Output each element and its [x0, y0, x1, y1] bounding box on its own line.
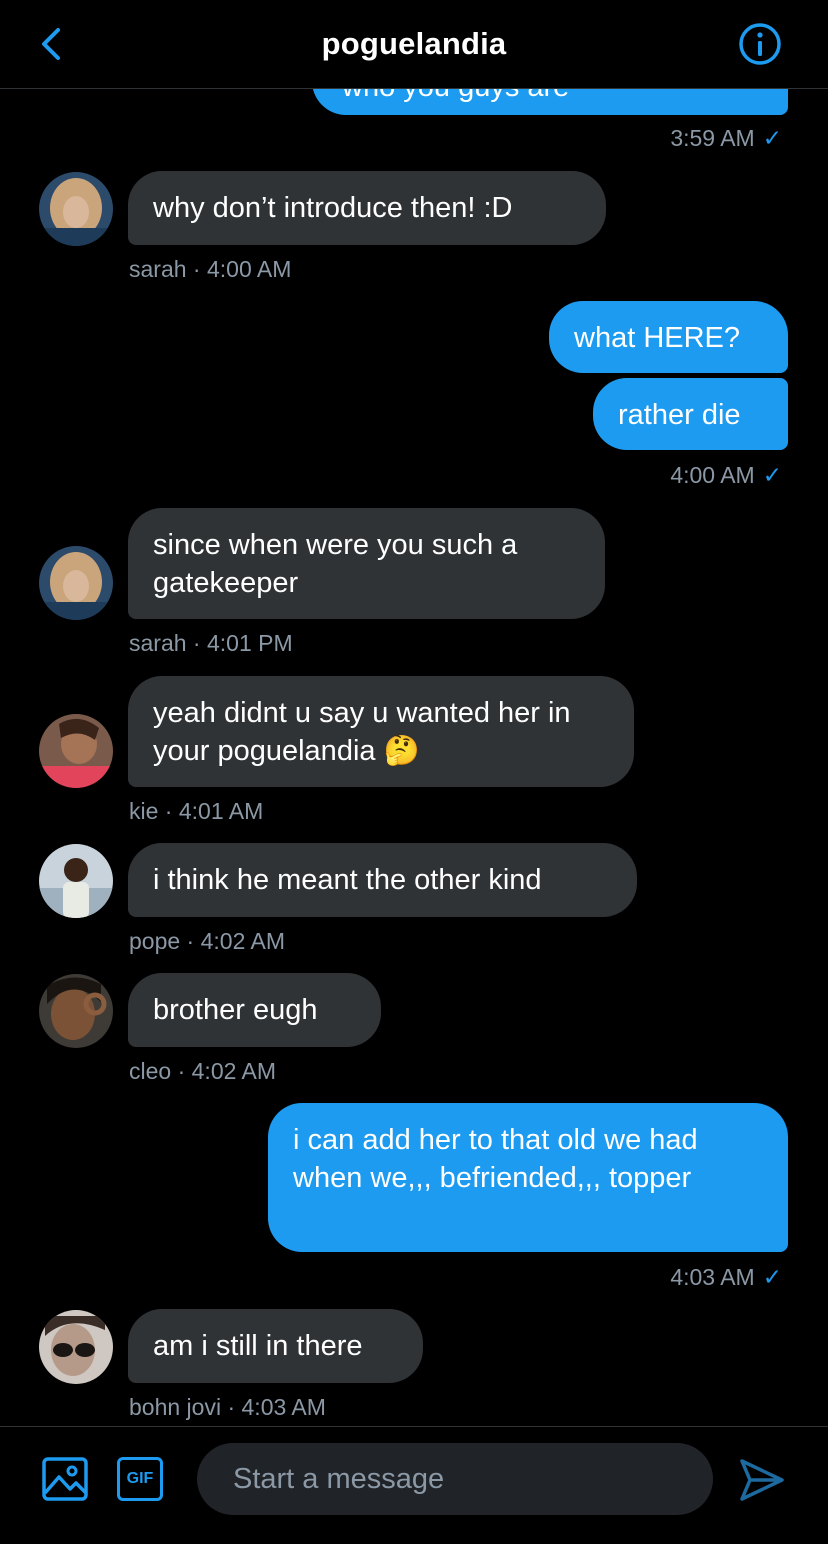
conversation-header: poguelandia	[0, 0, 828, 89]
outgoing-message[interactable]: what HERE?	[549, 301, 788, 373]
message-text: rather die	[618, 399, 741, 431]
message-text: since when were you such a gatekeeper	[153, 529, 518, 599]
incoming-message[interactable]: why don’t introduce then! :D	[128, 171, 606, 245]
message-text: why don’t introduce then! :D	[153, 192, 513, 224]
message-list[interactable]: who you guys are 3:59 AM✓ why don’t intr…	[0, 0, 828, 1426]
avatar-cleo[interactable]	[39, 974, 113, 1048]
message-meta: kie · 4:01 AM	[129, 798, 264, 824]
message-timestamp: 4:03 AM ✓	[670, 1264, 782, 1290]
sent-check-icon: ✓	[762, 125, 782, 151]
message-input[interactable]: Start a message	[197, 1443, 713, 1515]
message-meta: bohn jovi · 4:03 AM	[129, 1394, 326, 1420]
message-meta: cleo · 4:02 AM	[129, 1058, 277, 1084]
gif-button[interactable]: GIF	[117, 1457, 163, 1501]
avatar-sarah[interactable]	[39, 546, 113, 620]
avatar-sarah[interactable]	[39, 172, 113, 246]
message-meta: pope · 4:02 AM	[129, 928, 285, 954]
message-meta: sarah · 4:01 PM	[129, 630, 293, 656]
avatar-pope[interactable]	[39, 844, 113, 918]
incoming-message[interactable]: yeah didnt u say u wanted her in your po…	[128, 676, 634, 787]
message-timestamp: 3:59 AM ✓	[670, 125, 782, 151]
info-icon[interactable]	[738, 22, 782, 66]
avatar-kie[interactable]	[39, 714, 113, 788]
conversation-title: poguelandia	[321, 26, 507, 61]
incoming-message[interactable]: i think he meant the other kind	[128, 843, 637, 917]
message-text: yeah didnt u say u wanted her in your po…	[153, 697, 571, 767]
sent-check-icon: ✓	[762, 462, 782, 488]
message-text: i can add her to that old we had when we…	[293, 1124, 698, 1194]
message-composer: GIF Start a message	[0, 1426, 828, 1544]
outgoing-message[interactable]: i can add her to that old we had when we…	[268, 1103, 788, 1252]
sent-check-icon: ✓	[762, 1264, 782, 1290]
message-text: i think he meant the other kind	[153, 864, 542, 896]
message-text: brother eugh	[153, 994, 318, 1026]
message-timestamp: 4:00 AM ✓	[670, 462, 782, 488]
incoming-message[interactable]: am i still in there	[128, 1309, 423, 1383]
incoming-message[interactable]: brother eugh	[128, 973, 381, 1047]
message-text: what HERE?	[574, 322, 741, 354]
message-meta: sarah · 4:00 AM	[129, 256, 292, 282]
avatar-bohn-jovi[interactable]	[39, 1310, 113, 1384]
outgoing-message[interactable]: rather die	[593, 378, 788, 450]
incoming-message[interactable]: since when were you such a gatekeeper	[128, 508, 605, 619]
image-icon[interactable]	[42, 1457, 88, 1501]
send-icon[interactable]	[738, 1457, 786, 1503]
message-text: am i still in there	[153, 1330, 363, 1362]
